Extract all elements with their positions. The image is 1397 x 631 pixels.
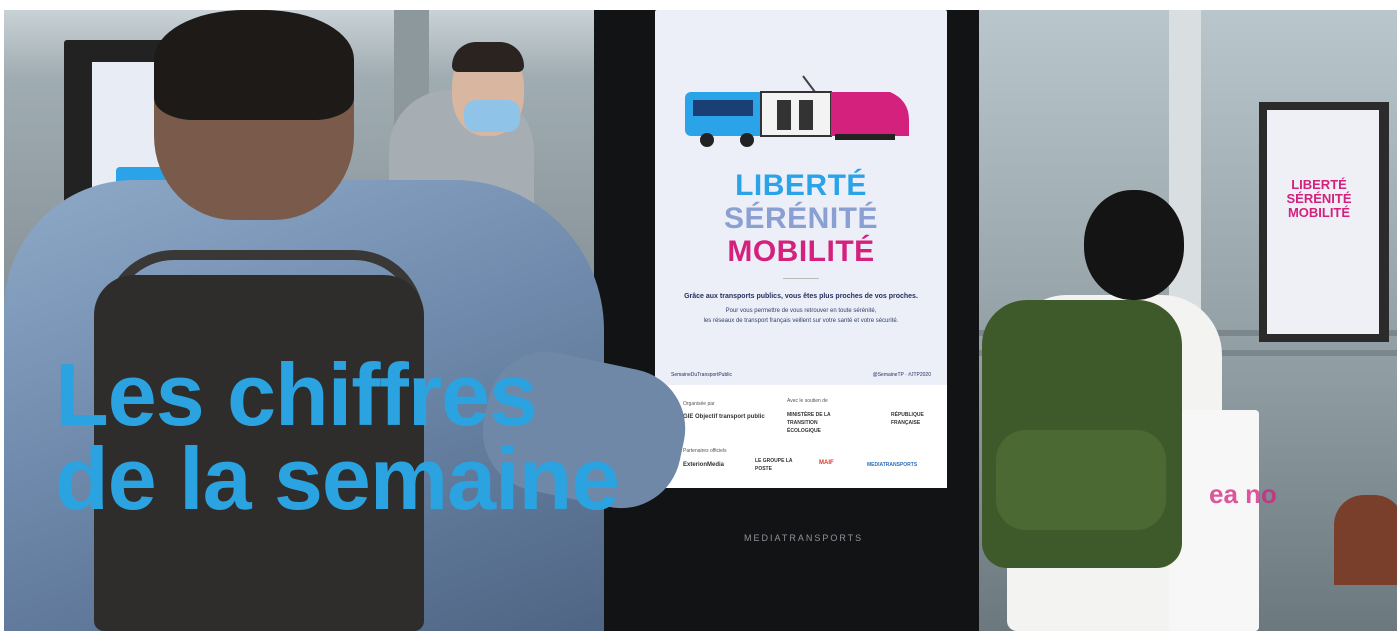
seated-person bbox=[1334, 495, 1397, 585]
exterion-logo: ExterionMedia bbox=[683, 462, 725, 468]
poster-divider bbox=[783, 278, 819, 279]
la-poste-logo: LE GROUPE LA POSTE bbox=[755, 458, 793, 472]
headline-line-1: Les chiffres bbox=[55, 345, 538, 444]
facebook-handle: SemaineDuTransportPublic bbox=[671, 372, 732, 378]
poster-footer: Organisée par Avec le soutien de Partena… bbox=[655, 385, 947, 488]
poster-title-mobilite: MOBILITÉ bbox=[727, 235, 875, 268]
right-advertising-kiosk: LIBERTÉ SÉRÉNITÉ MOBILITÉ bbox=[1259, 102, 1389, 342]
poster-social: SemaineDuTransportPublic @SemaineTP · #J… bbox=[671, 371, 931, 379]
backpack-pocket bbox=[996, 430, 1166, 530]
tram-illustration bbox=[685, 75, 909, 147]
face-mask bbox=[464, 100, 520, 132]
maif-logo: MAIF bbox=[819, 460, 834, 466]
republique-logo: RÉPUBLIQUE FRANÇAISE bbox=[891, 412, 924, 426]
person-hair bbox=[154, 10, 354, 120]
poster-subtext: Pour vous permettre de vous retrouver en… bbox=[671, 306, 931, 326]
photo: LIBERTÉ SÉRÉNITÉ MOBILITÉ LIBERTÉ SÉRÉNI… bbox=[4, 10, 1397, 631]
poster-subtext-line: Pour vous permettre de vous retrouver en… bbox=[725, 308, 877, 314]
headline: Les chiffres de la semaine bbox=[55, 345, 620, 528]
tote-bag-text: ea no bbox=[1209, 479, 1277, 509]
partners-label: Partenaires officiels bbox=[683, 448, 727, 454]
supported-label: Avec le soutien de bbox=[787, 398, 828, 404]
kiosk-brand: MEDIATRANSPORTS bbox=[744, 533, 864, 543]
poster-subtext-line: les réseaux de transport français veille… bbox=[703, 318, 899, 324]
mediatransports-logo: MEDIATRANSPORTS bbox=[867, 462, 918, 468]
poster-lead: Grâce aux transports publics, vous êtes … bbox=[684, 293, 918, 300]
organised-label: Organisée par bbox=[683, 401, 715, 407]
twitter-handle: @SemaineTP · #JTP2020 bbox=[872, 372, 931, 378]
ministry-logo: MINISTÈRE DE LA TRANSITION ÉCOLOGIQUE bbox=[787, 412, 831, 434]
poster: LIBERTÉ SÉRÉNITÉ MOBILITÉ Grâce aux tran… bbox=[655, 10, 947, 488]
poster-title-serenite: SÉRÉNITÉ bbox=[723, 202, 879, 235]
right-kiosk-screen bbox=[1267, 110, 1379, 334]
tote-bag bbox=[1169, 410, 1259, 631]
gie-logo: GIE Objectif transport public bbox=[683, 414, 765, 420]
right-poster-title: LIBERTÉ SÉRÉNITÉ MOBILITÉ bbox=[1286, 177, 1352, 220]
person-dark-hair bbox=[1084, 190, 1184, 300]
person-hoodie-hair bbox=[452, 42, 524, 72]
headline-line-2: de la semaine bbox=[55, 429, 620, 528]
poster-title-liberte: LIBERTÉ bbox=[735, 169, 867, 202]
